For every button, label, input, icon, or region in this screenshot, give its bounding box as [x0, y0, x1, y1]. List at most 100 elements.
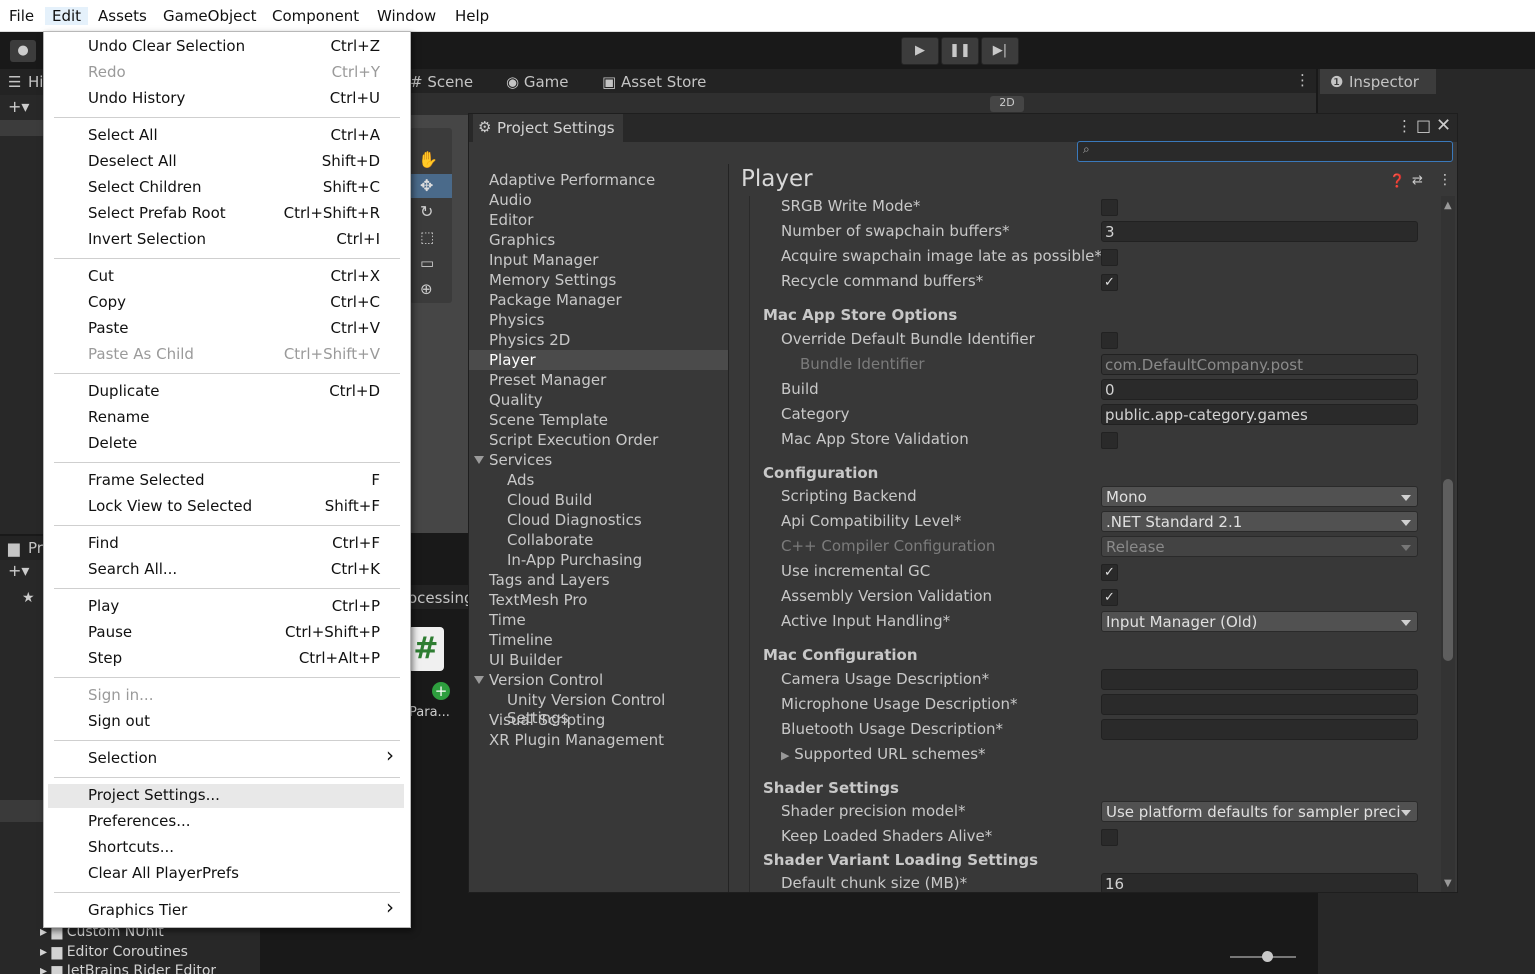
- transform-tool-icon[interactable]: ⊕: [420, 280, 433, 298]
- checkbox-recycle-command-buffers[interactable]: ✓: [1101, 274, 1118, 291]
- menu-component[interactable]: Component: [272, 7, 359, 25]
- checkbox-override-default-bundle-identifier[interactable]: [1101, 332, 1118, 349]
- tree-item[interactable]: ▸ ▆ JetBrains Rider Editor: [40, 963, 216, 974]
- help-icon[interactable]: ❓: [1389, 174, 1405, 189]
- menu-item-deselect-all[interactable]: Deselect All Shift+D: [88, 149, 380, 175]
- field-category[interactable]: public.app-category.games: [1101, 404, 1418, 425]
- nav-item-memory-settings[interactable]: Memory Settings: [489, 271, 616, 289]
- field-microphone-usage-description[interactable]: [1101, 694, 1418, 715]
- nav-item-xr-plugin-management[interactable]: XR Plugin Management: [489, 731, 664, 749]
- checkbox-keep-loaded-shaders-alive[interactable]: [1101, 829, 1118, 846]
- nav-item-services[interactable]: Services: [489, 451, 552, 469]
- pause-button[interactable]: ❚❚: [941, 37, 979, 65]
- nav-item-time[interactable]: Time: [489, 611, 526, 629]
- play-button[interactable]: ▶: [901, 37, 939, 65]
- field-build[interactable]: 0: [1101, 379, 1418, 400]
- nav-item-audio[interactable]: Audio: [489, 191, 532, 209]
- field-default-chunk-size-mb[interactable]: 16: [1101, 873, 1418, 892]
- dropdown-shader-precision-model[interactable]: Use platform defaults for sampler precis…: [1101, 801, 1418, 822]
- nav-item-adaptive-performance[interactable]: Adaptive Performance: [489, 171, 655, 189]
- menu-help[interactable]: Help: [455, 7, 489, 25]
- add-icon[interactable]: +▾: [8, 97, 29, 116]
- scroll-up-icon[interactable]: ▲: [1444, 200, 1452, 211]
- nav-item-input-manager[interactable]: Input Manager: [489, 251, 598, 269]
- nav-item-in-app-purchasing[interactable]: In-App Purchasing: [507, 551, 642, 569]
- menu-item-select-prefab-root[interactable]: Select Prefab Root Ctrl+Shift+R: [88, 201, 380, 227]
- hand-tool-icon[interactable]: ✋: [418, 150, 438, 169]
- menu-gameobject[interactable]: GameObject: [163, 7, 257, 25]
- checkbox-acquire-swapchain-image-late-as-possible[interactable]: [1101, 249, 1118, 266]
- tab-hierarchy[interactable]: Hi: [28, 73, 43, 91]
- menu-item-find[interactable]: Find Ctrl+F: [88, 531, 380, 557]
- checkbox-mac-app-store-validation[interactable]: [1101, 432, 1118, 449]
- menu-item-pause[interactable]: Pause Ctrl+Shift+P: [88, 620, 380, 646]
- nav-item-package-manager[interactable]: Package Manager: [489, 291, 622, 309]
- scroll-down-icon[interactable]: ▼: [1444, 878, 1452, 889]
- menu-item-lock-view-to-selected[interactable]: Lock View to Selected Shift+F: [88, 494, 380, 520]
- nav-item-preset-manager[interactable]: Preset Manager: [489, 371, 606, 389]
- menu-item-selection[interactable]: Selection ›: [88, 743, 394, 772]
- nav-item-quality[interactable]: Quality: [489, 391, 543, 409]
- project-settings-tab[interactable]: ⚙ Project Settings: [473, 114, 623, 142]
- scrollbar-track[interactable]: ▲ ▼: [1441, 196, 1455, 892]
- tab-project[interactable]: Pr: [28, 539, 43, 557]
- foldout-arrow-icon[interactable]: [474, 456, 484, 464]
- menu-item-copy[interactable]: Copy Ctrl+C: [88, 290, 380, 316]
- nav-item-version-control[interactable]: Version Control: [489, 671, 603, 689]
- checkbox-assembly-version-validation[interactable]: ✓: [1101, 589, 1118, 606]
- nav-item-cloud-build[interactable]: Cloud Build: [507, 491, 592, 509]
- menu-item-delete[interactable]: Delete: [88, 431, 380, 457]
- nav-item-cloud-diagnostics[interactable]: Cloud Diagnostics: [507, 511, 642, 529]
- settings-search-input[interactable]: ⌕: [1077, 141, 1453, 162]
- scrollbar-thumb[interactable]: [1443, 479, 1453, 661]
- nav-item-graphics[interactable]: Graphics: [489, 231, 555, 249]
- menu-window[interactable]: Window: [377, 7, 436, 25]
- menu-item-paste[interactable]: Paste Ctrl+V: [88, 316, 380, 342]
- checkbox-use-incremental-gc[interactable]: ✓: [1101, 564, 1118, 581]
- maximize-icon[interactable]: □: [1416, 116, 1431, 135]
- field-number-of-swapchain-buffers[interactable]: 3: [1101, 221, 1418, 242]
- tab-asset-store[interactable]: ▣ Asset Store: [602, 73, 706, 91]
- menu-item-project-settings[interactable]: Project Settings...: [88, 783, 380, 809]
- dropdown-api-compatibility-level[interactable]: .NET Standard 2.1: [1101, 511, 1418, 532]
- account-icon[interactable]: ●: [10, 40, 36, 62]
- menu-item-frame-selected[interactable]: Frame Selected F: [88, 468, 380, 494]
- menu-item-undo-history[interactable]: Undo History Ctrl+U: [88, 86, 380, 112]
- checkbox-srgb-write-mode[interactable]: [1101, 199, 1118, 216]
- more-options-icon[interactable]: ⋮: [1295, 71, 1310, 89]
- tab-processing[interactable]: ocessing: [408, 589, 473, 607]
- nav-item-visual-scripting[interactable]: Visual Scripting: [489, 711, 605, 729]
- nav-item-timeline[interactable]: Timeline: [489, 631, 553, 649]
- nav-item-editor[interactable]: Editor: [489, 211, 533, 229]
- menu-item-duplicate[interactable]: Duplicate Ctrl+D: [88, 379, 380, 405]
- nav-item-ads[interactable]: Ads: [507, 471, 534, 489]
- foldout-arrow-icon[interactable]: [474, 676, 484, 684]
- field-camera-usage-description[interactable]: [1101, 669, 1418, 690]
- project-add-icon[interactable]: +▾: [8, 561, 29, 580]
- menu-file[interactable]: File: [9, 7, 34, 25]
- menu-item-select-all[interactable]: Select All Ctrl+A: [88, 123, 380, 149]
- nav-item-scene-template[interactable]: Scene Template: [489, 411, 608, 429]
- menu-item-sign-out[interactable]: Sign out: [88, 709, 380, 735]
- toggle-2d-button[interactable]: 2D: [990, 96, 1024, 112]
- csharp-script-icon[interactable]: #: [408, 627, 444, 671]
- menu-item-undo-clear-selection[interactable]: Undo Clear Selection Ctrl+Z: [88, 34, 380, 60]
- nav-item-player[interactable]: Player: [489, 351, 536, 369]
- nav-item-ui-builder[interactable]: UI Builder: [489, 651, 562, 669]
- settings-menu-icon[interactable]: ⋮: [1438, 172, 1452, 188]
- step-button[interactable]: ▶|: [981, 37, 1019, 65]
- more-options-icon[interactable]: ⋮: [1397, 117, 1412, 135]
- rect-tool-icon[interactable]: ▭: [420, 254, 434, 272]
- scale-tool-icon[interactable]: ⬚: [420, 228, 434, 246]
- menu-item-search-all[interactable]: Search All... Ctrl+K: [88, 557, 380, 583]
- field-bluetooth-usage-description[interactable]: [1101, 719, 1418, 740]
- nav-item-script-execution-order[interactable]: Script Execution Order: [489, 431, 658, 449]
- menu-item-graphics-tier[interactable]: Graphics Tier ›: [88, 895, 394, 924]
- nav-item-tags-and-layers[interactable]: Tags and Layers: [489, 571, 610, 589]
- dropdown-active-input-handling[interactable]: Input Manager (Old): [1101, 611, 1418, 632]
- nav-item-physics[interactable]: Physics: [489, 311, 544, 329]
- close-icon[interactable]: ✕: [1436, 115, 1451, 136]
- foldout-supported-url-schemes[interactable]: ▶ Supported URL schemes*: [781, 745, 986, 763]
- move-tool-icon[interactable]: ✥: [420, 176, 433, 195]
- tab-inspector[interactable]: ❶ Inspector: [1320, 69, 1436, 94]
